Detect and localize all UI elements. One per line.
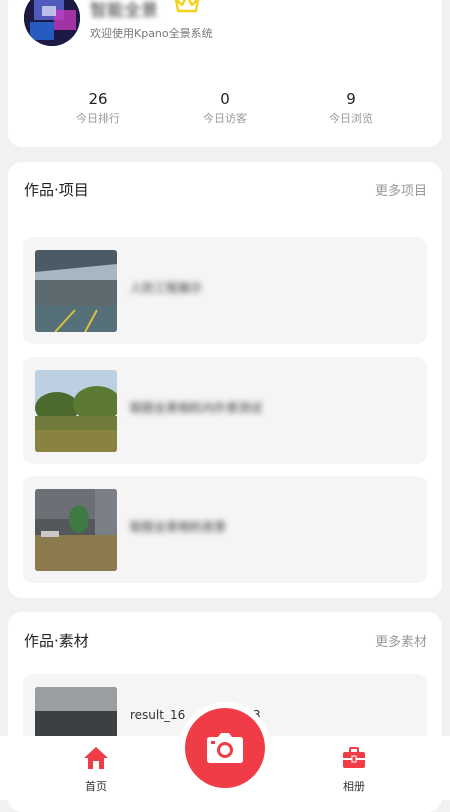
stat-label: 今日排行	[76, 112, 120, 125]
briefcase-icon	[343, 747, 365, 768]
welcome-text: 欢迎使用Kpano全景系统	[90, 27, 213, 40]
stat-rank[interactable]: 26 今日排行	[43, 90, 153, 126]
camera-icon	[207, 733, 243, 763]
project-name: 人防工程展示	[130, 281, 203, 295]
nav-album-label: 相册	[343, 780, 365, 793]
project-thumbnail	[35, 489, 117, 571]
crown-icon	[174, 0, 200, 13]
project-thumbnail	[35, 370, 117, 452]
stat-value: 9	[346, 90, 356, 108]
stat-label: 今日浏览	[329, 112, 373, 125]
nav-album[interactable]: 相册	[324, 746, 384, 794]
project-name: 聪图全景相机内外景测试	[130, 401, 263, 415]
stat-label: 今日访客	[203, 112, 247, 125]
more-projects-link[interactable]: 更多项目	[375, 180, 427, 199]
nav-home-label: 首页	[85, 780, 107, 793]
nav-home[interactable]: 首页	[66, 746, 126, 794]
avatar[interactable]	[24, 0, 80, 46]
project-name: 聪图全景相机夜景	[130, 520, 227, 534]
stat-views[interactable]: 9 今日浏览	[296, 90, 406, 126]
material-name: result_16	[130, 708, 186, 722]
project-thumbnail	[35, 250, 117, 332]
camera-button[interactable]	[185, 708, 265, 788]
stat-value: 0	[220, 90, 230, 108]
project-item[interactable]: 聪图全景相机内外景测试	[23, 357, 427, 464]
projects-title: 作品·项目	[24, 181, 89, 199]
materials-title: 作品·素材	[24, 632, 89, 650]
projects-card: 作品·项目 更多项目 人防工程展示 聪图全景相机内外景测试 聪图全景相机夜景	[8, 162, 442, 598]
profile-card: 智能全景 欢迎使用Kpano全景系统 26 今日排行 0 今日访客 9 今日浏览	[8, 0, 442, 147]
stat-value: 26	[88, 90, 108, 108]
more-materials-link[interactable]: 更多素材	[375, 631, 427, 650]
username: 智能全景	[90, 1, 158, 21]
project-item[interactable]: 人防工程展示	[23, 237, 427, 344]
home-icon	[84, 747, 108, 769]
project-item[interactable]: 聪图全景相机夜景	[23, 476, 427, 583]
stat-visitors[interactable]: 0 今日访客	[170, 90, 280, 126]
